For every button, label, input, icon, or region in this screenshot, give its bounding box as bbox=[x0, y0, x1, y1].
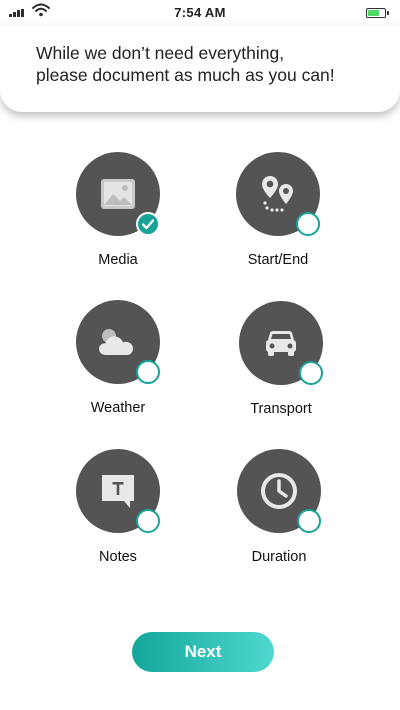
checkmark-icon bbox=[141, 219, 155, 230]
cloud-icon bbox=[99, 329, 133, 355]
note-icon bbox=[102, 475, 134, 508]
car-icon bbox=[266, 331, 296, 356]
instruction-card: While we don’t need everything, please d… bbox=[0, 26, 400, 112]
clock-icon bbox=[261, 473, 297, 509]
option-label: Duration bbox=[251, 549, 307, 565]
selection-badge[interactable] bbox=[136, 360, 160, 384]
option-duration[interactable]: Duration bbox=[209, 449, 349, 579]
option-label: Media bbox=[98, 252, 138, 268]
option-label: Notes bbox=[99, 549, 137, 565]
option-weather[interactable]: Weather bbox=[48, 300, 188, 430]
option-notes[interactable]: Notes bbox=[48, 449, 188, 579]
image-icon bbox=[101, 179, 135, 209]
selection-badge[interactable] bbox=[297, 509, 321, 533]
selection-badge[interactable] bbox=[299, 361, 323, 385]
option-label: Weather bbox=[90, 400, 146, 416]
selection-badge[interactable] bbox=[136, 212, 160, 236]
option-label: Start/End bbox=[247, 252, 309, 268]
selection-badge[interactable] bbox=[136, 509, 160, 533]
option-media[interactable]: Media bbox=[48, 152, 188, 282]
instruction-text: While we don’t need everything, please d… bbox=[36, 43, 335, 85]
status-bar: 7:54 AM bbox=[0, 0, 400, 26]
location-pins-icon bbox=[262, 176, 293, 212]
option-transport[interactable]: Transport bbox=[211, 301, 351, 431]
option-label: Transport bbox=[250, 401, 312, 417]
option-start-end[interactable]: Start/End bbox=[208, 152, 348, 282]
status-time: 7:54 AM bbox=[174, 5, 226, 20]
battery-level bbox=[368, 10, 379, 16]
next-button[interactable]: Next bbox=[132, 632, 274, 672]
battery-icon bbox=[366, 8, 389, 18]
selection-badge[interactable] bbox=[296, 212, 320, 236]
